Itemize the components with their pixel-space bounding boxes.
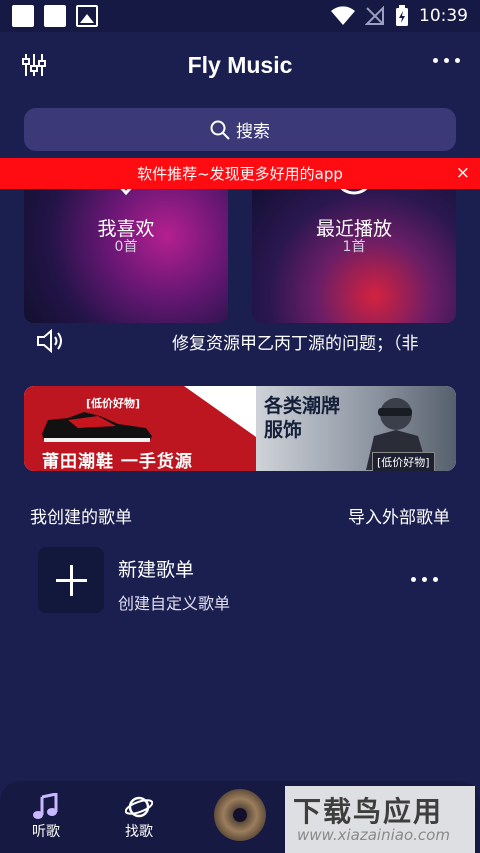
tab-listen[interactable]: 听歌 bbox=[16, 781, 76, 853]
ad-tag-right: [低价好物] bbox=[372, 452, 435, 471]
new-playlist-item[interactable]: 新建歌单 创建自定义歌单 bbox=[38, 547, 458, 615]
playlists-section-header: 我创建的歌单 导入外部歌单 bbox=[0, 500, 480, 528]
dot bbox=[433, 58, 438, 63]
status-notifications bbox=[12, 5, 98, 27]
favorites-count: 0首 bbox=[114, 239, 138, 255]
play-icon bbox=[340, 189, 368, 195]
dot bbox=[433, 577, 438, 582]
status-bar: 10:39 bbox=[0, 0, 480, 32]
search-bar[interactable]: 搜索 bbox=[24, 108, 456, 151]
notice-bar[interactable]: 修复资源甲乙丙丁源的问题；（非 bbox=[0, 324, 480, 356]
app-header: Fly Music bbox=[0, 32, 480, 98]
notification-square-icon bbox=[12, 5, 34, 27]
import-playlist-button[interactable]: 导入外部歌单 bbox=[348, 503, 450, 528]
dot bbox=[444, 58, 449, 63]
tab-listen-label: 听歌 bbox=[32, 824, 60, 840]
sneaker-image bbox=[42, 412, 152, 442]
promo-banner-text: 软件推荐~发现更多好用的app bbox=[137, 165, 343, 183]
search-label: 搜索 bbox=[236, 122, 270, 142]
wifi-icon bbox=[331, 6, 355, 26]
recent-card[interactable]: 最近播放 1首 bbox=[252, 189, 456, 323]
speaker-icon bbox=[37, 329, 62, 353]
ad-main-left: 莆田潮鞋 一手货源 bbox=[42, 452, 193, 471]
promo-banner[interactable]: 软件推荐~发现更多好用的app × bbox=[0, 158, 480, 189]
new-playlist-subtitle: 创建自定义歌单 bbox=[118, 594, 231, 613]
notice-text: 修复资源甲乙丙丁源的问题；（非 bbox=[172, 334, 419, 354]
dot bbox=[411, 577, 416, 582]
tab-find-label: 找歌 bbox=[125, 824, 153, 840]
notification-square-icon bbox=[44, 5, 66, 27]
equalizer-icon[interactable] bbox=[22, 52, 46, 78]
planet-icon bbox=[125, 796, 153, 818]
watermark: 下载鸟应用 www.xiazainiao.com bbox=[285, 786, 475, 853]
watermark-url: www.xiazainiao.com bbox=[297, 826, 450, 844]
close-icon[interactable]: × bbox=[456, 165, 470, 182]
section-title: 我创建的歌单 bbox=[30, 508, 132, 528]
ad-banner[interactable]: [低价好物] 莆田潮鞋 一手货源 各类潮牌 服饰 [低价好物] bbox=[24, 386, 456, 471]
no-signal-icon bbox=[365, 6, 384, 25]
status-time: 10:39 bbox=[419, 6, 468, 26]
new-playlist-title: 新建歌单 bbox=[118, 559, 195, 581]
favorites-card[interactable]: 我喜欢 0首 bbox=[24, 189, 228, 323]
heart-icon bbox=[120, 189, 132, 196]
music-note-icon bbox=[33, 793, 58, 819]
tab-find[interactable]: 找歌 bbox=[109, 781, 169, 853]
battery-charging-icon bbox=[396, 5, 408, 26]
recent-count: 1首 bbox=[342, 239, 366, 255]
quick-cards: 我喜欢 0首 最近播放 1首 bbox=[24, 189, 456, 323]
now-playing-disc[interactable] bbox=[214, 789, 266, 841]
dot bbox=[422, 577, 427, 582]
dot bbox=[455, 58, 460, 63]
watermark-title: 下载鸟应用 bbox=[293, 795, 444, 828]
status-system-icons: 10:39 bbox=[331, 5, 468, 27]
plus-icon bbox=[38, 547, 104, 613]
search-icon bbox=[210, 120, 230, 140]
ad-main-right-2: 服饰 bbox=[264, 419, 303, 441]
ad-main-right-1: 各类潮牌 bbox=[264, 395, 341, 417]
more-dots-icon[interactable] bbox=[411, 577, 438, 582]
image-notification-icon bbox=[76, 5, 98, 27]
header-more-button[interactable] bbox=[433, 58, 460, 63]
app-title: Fly Music bbox=[187, 51, 293, 78]
